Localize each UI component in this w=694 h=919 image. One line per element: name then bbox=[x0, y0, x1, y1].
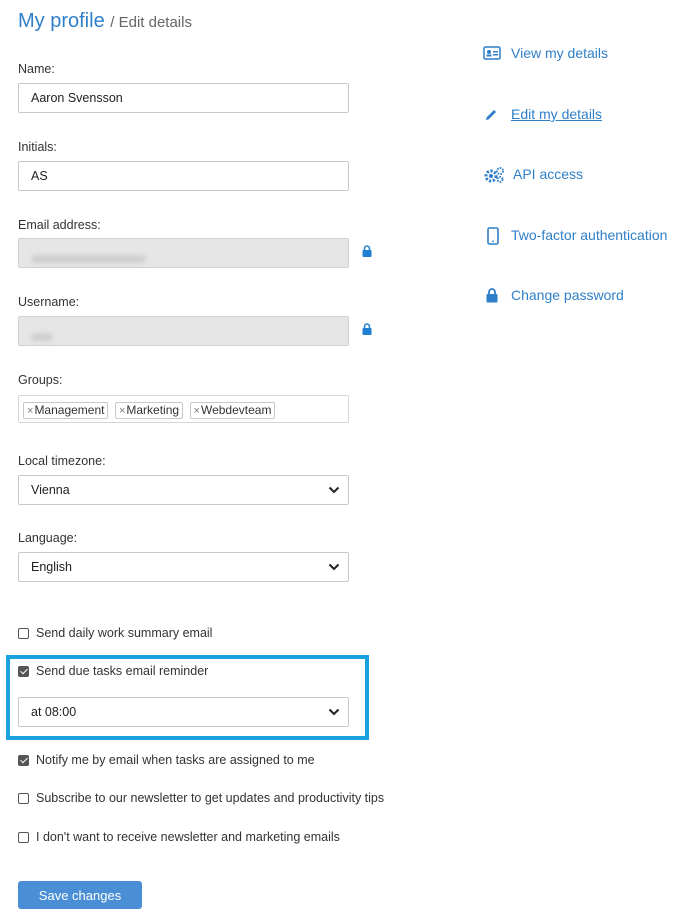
username-field bbox=[18, 316, 349, 346]
notify-assigned-checkbox[interactable] bbox=[18, 755, 29, 766]
name-input[interactable] bbox=[18, 83, 349, 113]
due-tasks-checkbox[interactable] bbox=[18, 666, 29, 677]
sidebar-item-label: Two-factor authentication bbox=[511, 227, 668, 243]
name-label: Name: bbox=[18, 62, 55, 76]
sidebar-item-label: Edit my details bbox=[511, 106, 603, 122]
page-title: My profile / Edit details bbox=[18, 10, 192, 33]
save-changes-button[interactable]: Save changes bbox=[18, 881, 142, 909]
username-label: Username: bbox=[18, 295, 80, 309]
pencil-icon bbox=[486, 110, 496, 120]
group-tag: ×Marketing bbox=[114, 402, 184, 419]
sidebar-item-label: View my details bbox=[511, 45, 609, 61]
email-field bbox=[18, 238, 349, 268]
language-label: Language: bbox=[18, 531, 78, 545]
initials-input[interactable] bbox=[18, 161, 349, 191]
no-marketing-label: I don't want to receive newsletter and m… bbox=[36, 830, 340, 844]
language-value: English bbox=[31, 560, 72, 574]
remove-tag-icon[interactable]: × bbox=[194, 405, 200, 417]
chevron-down-icon bbox=[328, 563, 340, 571]
blurred-username-value bbox=[31, 332, 53, 341]
blurred-email-value bbox=[31, 254, 146, 263]
daily-summary-label: Send daily work summary email bbox=[36, 626, 213, 640]
initials-label: Initials: bbox=[18, 140, 57, 154]
groups-input[interactable]: ×Management ×Marketing ×Webdevteam bbox=[18, 395, 349, 423]
daily-summary-checkbox[interactable] bbox=[18, 628, 29, 639]
newsletter-label: Subscribe to our newsletter to get updat… bbox=[36, 791, 385, 805]
notify-assigned-label: Notify me by email when tasks are assign… bbox=[36, 753, 315, 767]
page-title-text: My profile bbox=[18, 10, 105, 32]
remove-tag-icon[interactable]: × bbox=[27, 405, 33, 417]
no-marketing-checkbox[interactable] bbox=[18, 832, 29, 843]
groups-label: Groups: bbox=[18, 373, 63, 387]
sidebar-item-label: Change password bbox=[511, 287, 624, 303]
timezone-select[interactable]: Vienna bbox=[18, 475, 349, 505]
email-label: Email address: bbox=[18, 218, 101, 232]
lock-icon bbox=[362, 323, 372, 335]
reminder-time-select[interactable]: at 08:00 bbox=[18, 697, 349, 727]
mobile-phone-icon bbox=[487, 227, 499, 245]
group-tag: ×Management bbox=[23, 402, 109, 419]
lock-icon bbox=[486, 288, 498, 303]
chevron-down-icon bbox=[328, 708, 340, 716]
timezone-label: Local timezone: bbox=[18, 454, 106, 468]
group-tag: ×Webdevteam bbox=[189, 402, 276, 419]
lock-icon bbox=[362, 245, 372, 257]
remove-tag-icon[interactable]: × bbox=[119, 405, 125, 417]
chevron-down-icon bbox=[328, 486, 340, 494]
language-select[interactable]: English bbox=[18, 552, 349, 582]
sidebar-item-label: API access bbox=[513, 166, 584, 182]
newsletter-checkbox[interactable] bbox=[18, 793, 29, 804]
gears-icon bbox=[484, 167, 504, 183]
reminder-time-value: at 08:00 bbox=[31, 705, 77, 719]
id-card-icon bbox=[483, 46, 501, 60]
page-subtitle: / Edit details bbox=[110, 14, 192, 31]
timezone-value: Vienna bbox=[31, 483, 70, 497]
due-tasks-label: Send due tasks email reminder bbox=[36, 664, 209, 678]
